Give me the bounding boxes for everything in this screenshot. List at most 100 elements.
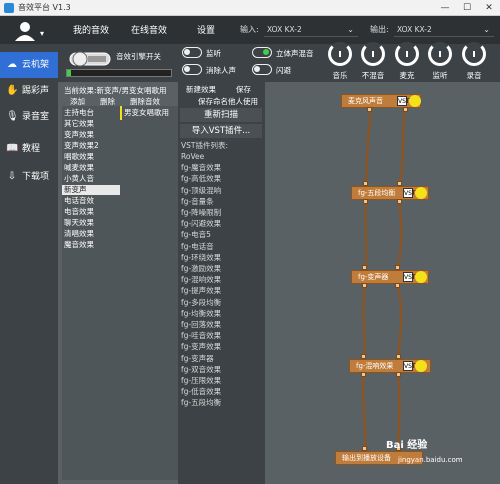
tab-online-effects[interactable]: 在线音效 <box>124 20 174 42</box>
vst-plugin-item[interactable]: fg-压限效果 <box>181 376 221 386</box>
output-pin[interactable] <box>367 107 372 112</box>
close-button[interactable]: ✕ <box>478 0 500 16</box>
ducking-toggle[interactable] <box>252 64 272 75</box>
vst-plugin-item[interactable]: fg-闪避效果 <box>181 219 221 229</box>
list-item[interactable]: 电音效果 <box>64 207 94 217</box>
output-pin[interactable] <box>363 199 368 204</box>
input-pin[interactable] <box>396 354 401 359</box>
input-pin[interactable] <box>362 265 367 270</box>
output-pin[interactable] <box>397 199 402 204</box>
list-item[interactable]: 唱歌效果 <box>64 152 94 162</box>
input-device-value: XOX KX-2 <box>267 25 302 34</box>
chevron-down-icon: ⌄ <box>483 25 490 34</box>
list-item[interactable]: 男变女唱歌用 <box>124 108 169 118</box>
list-item[interactable]: 变声效果2 <box>64 141 99 151</box>
output-pin[interactable] <box>361 372 366 377</box>
output-pin[interactable] <box>403 107 408 112</box>
music-volume-knob[interactable] <box>328 42 352 66</box>
output-device-select[interactable]: XOX KX-2 ⌄ <box>394 23 494 37</box>
voice-changer-node[interactable]: fg-变声器 VST <box>351 270 429 284</box>
vst-plugin-item[interactable]: RoVee <box>181 152 204 162</box>
new-effect-button[interactable]: 新建效果 <box>186 84 216 95</box>
five-band-eq-node[interactable]: fg-五段均衡 VST <box>351 186 429 200</box>
save-button[interactable]: 保存 <box>236 84 251 95</box>
input-pin[interactable] <box>397 181 402 186</box>
effect-chain-canvas: 麦克风声音 VST fg-五段均衡 VST fg-变声器 VST fg-混响效果 VST… <box>265 82 500 484</box>
output-pin[interactable] <box>362 283 367 288</box>
output-pin[interactable] <box>396 372 401 377</box>
vst-plugin-item[interactable]: fg-低音效果 <box>181 387 221 397</box>
avatar-icon[interactable] <box>14 21 36 41</box>
list-item[interactable]: 小黄人音 <box>64 174 94 184</box>
list-item[interactable]: 电话音效 <box>64 196 94 206</box>
save-named-button[interactable]: 保存命名他人使用 <box>198 96 258 107</box>
sidebar-item-downloads[interactable]: ⇩ 下载项 <box>0 164 58 190</box>
vst-plugin-item[interactable]: fg-高低效果 <box>181 174 221 184</box>
node-power-icon[interactable] <box>415 360 427 372</box>
vst-plugin-item[interactable]: fg-魔音效果 <box>181 163 221 173</box>
no-mix-knob[interactable] <box>361 42 385 66</box>
mic-volume-knob[interactable] <box>395 42 419 66</box>
tab-settings[interactable]: 设置 <box>188 20 224 42</box>
input-pin[interactable] <box>362 446 367 451</box>
node-label: 输出到播放设备 <box>342 454 391 462</box>
avatar-menu-icon[interactable]: ▾ <box>40 29 44 38</box>
engine-power-icon[interactable] <box>68 47 112 69</box>
stereo-mix-toggle[interactable] <box>252 47 272 58</box>
input-pin[interactable] <box>361 354 366 359</box>
level-meter <box>66 69 172 77</box>
list-item[interactable]: 喊麦效果 <box>64 163 94 173</box>
list-item[interactable]: 变声效果 <box>64 130 94 140</box>
vst-plugin-item[interactable]: fg-变声器 <box>181 354 214 364</box>
list-item[interactable]: 聊天效果 <box>64 218 94 228</box>
vst-plugin-item[interactable]: fg-哇音效果 <box>181 331 221 341</box>
vst-plugin-item[interactable]: fg-均衡效果 <box>181 309 221 319</box>
list-item[interactable]: 魔音效果 <box>64 240 94 250</box>
input-pin[interactable] <box>395 265 400 270</box>
list-item[interactable]: 其它效果 <box>64 119 94 129</box>
vst-plugin-item[interactable]: fg-激励效果 <box>181 264 221 274</box>
knob-label: 麦克 <box>399 71 415 80</box>
vst-plugin-item[interactable]: fg-电音5 <box>181 230 211 240</box>
output-pin[interactable] <box>395 283 400 288</box>
vst-plugin-item[interactable]: fg-双音效果 <box>181 365 221 375</box>
vst-plugin-item[interactable]: fg-多段均衡 <box>181 298 221 308</box>
monitor-toggle[interactable] <box>182 47 202 58</box>
vst-plugin-item[interactable]: fg-顶级混响 <box>181 186 221 196</box>
list-item[interactable]: 清唱效果 <box>64 229 94 239</box>
vst-plugin-item[interactable]: fg-电话音 <box>181 242 214 252</box>
node-label: fg-变声器 <box>358 273 389 281</box>
microphone-icon: 🎙 <box>6 111 19 122</box>
vst-plugin-item[interactable]: fg-提声效果 <box>181 286 221 296</box>
maximize-button[interactable]: ☐ <box>456 0 478 16</box>
output-device-value: XOX KX-2 <box>397 25 432 34</box>
vocal-remove-toggle[interactable] <box>182 64 202 75</box>
vst-plugin-item[interactable]: fg-回落效果 <box>181 320 221 330</box>
input-pin[interactable] <box>363 181 368 186</box>
input-device-select[interactable]: XOX KX-2 ⌄ <box>264 23 358 37</box>
monitor-volume-knob[interactable] <box>428 42 452 66</box>
sidebar-item-tutorial[interactable]: 📖 教程 <box>0 136 58 162</box>
tab-my-effects[interactable]: 我的音效 <box>66 20 116 42</box>
vst-plugin-item[interactable]: fg-降噪限制 <box>181 208 221 218</box>
sidebar-item-label: 教程 <box>22 144 41 154</box>
sidebar-item-cloud-rack[interactable]: ☁ 云机架 <box>0 52 58 78</box>
record-volume-knob[interactable] <box>462 42 486 66</box>
node-power-icon[interactable] <box>415 271 427 283</box>
vst-plugin-item[interactable]: fg-变声效果 <box>181 342 221 352</box>
vst-plugin-item[interactable]: fg-混响效果 <box>181 275 221 285</box>
rescan-button[interactable]: 重新扫描 <box>180 108 262 122</box>
mic-input-node[interactable]: 麦克风声音 VST <box>341 94 421 108</box>
minimize-button[interactable]: — <box>434 0 456 16</box>
vst-plugin-item[interactable]: fg-音量条 <box>181 197 214 207</box>
node-power-icon[interactable] <box>409 95 421 107</box>
import-vst-button[interactable]: 导入VST插件... <box>180 124 262 138</box>
sidebar-item-applause[interactable]: ✋ 踢彩声 <box>0 78 58 104</box>
list-item[interactable]: 主持电台 <box>64 108 94 118</box>
vst-plugin-item[interactable]: fg-五段均衡 <box>181 398 221 408</box>
node-power-icon[interactable] <box>415 187 427 199</box>
sidebar-item-recording[interactable]: 🎙 录音室 <box>0 104 58 130</box>
vst-plugin-item[interactable]: fg-环绕效果 <box>181 253 221 263</box>
list-item-selected[interactable]: 新变声 <box>62 185 120 195</box>
reverb-node[interactable]: fg-混响效果 VST <box>349 359 431 373</box>
